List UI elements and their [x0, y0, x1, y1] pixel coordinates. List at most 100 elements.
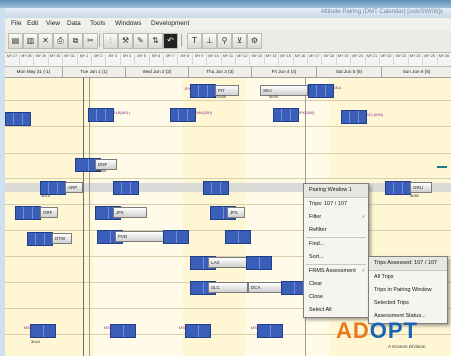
day-column-header[interactable]: Mon May 31 (-1)	[5, 67, 63, 77]
accent-mark	[437, 166, 447, 168]
duty-block[interactable]	[163, 230, 189, 244]
station-label: ALB(901)	[113, 110, 130, 115]
pairing-bar[interactable]: ORF	[40, 207, 58, 218]
duty-block[interactable]	[341, 110, 367, 124]
close-icon[interactable]: ✕	[38, 33, 53, 49]
pairing-bar[interactable]: SLC	[208, 282, 248, 293]
split-icon[interactable]: ⫶	[103, 33, 118, 49]
window-title: Altitude Pairing (DMT Calendar) [sub/SW/…	[320, 9, 443, 15]
day-column-header[interactable]: Sat Jun 5 (5)	[317, 67, 382, 77]
duty-block[interactable]	[27, 232, 53, 246]
day-header: Mon May 31 (-1) Tue Jun 1 (1) Wed Jun 2 …	[5, 67, 451, 78]
duty-block[interactable]	[273, 108, 299, 122]
duty-block[interactable]	[88, 108, 114, 122]
hour-tick: MY 18	[322, 54, 337, 65]
copy-icon[interactable]: ⧉	[68, 33, 83, 49]
day-column-header[interactable]: Tue Jun 1 (1)	[63, 67, 126, 77]
hour-tick: MY 7	[163, 54, 179, 65]
pairing-bar[interactable]: ARP	[65, 182, 83, 193]
pairing-bar[interactable]: PVD	[115, 231, 165, 242]
pairing-bar[interactable]: GRU	[410, 182, 432, 193]
submenu-all-trips[interactable]: All Trips	[369, 271, 447, 284]
pairing-bar[interactable]: SEA	[260, 85, 308, 96]
pairing-bar[interactable]: JFK	[227, 207, 245, 218]
hour-tick: MY 9	[192, 54, 208, 65]
submenu-selected-trips[interactable]: Selected Trips	[369, 297, 447, 310]
grid-line	[5, 100, 451, 101]
pin-icon[interactable]: ⚲	[217, 33, 232, 49]
hour-tick: MY 20	[351, 54, 366, 65]
duty-block[interactable]	[113, 181, 139, 195]
menu-tools[interactable]: Tools	[90, 20, 105, 27]
menu-view[interactable]: View	[46, 20, 60, 27]
submenu-trips-in-window[interactable]: Trips in Pairing Window	[369, 284, 447, 297]
menu-file[interactable]: File	[11, 20, 21, 27]
duty-block[interactable]	[190, 84, 216, 98]
pairing-sub: 4h15	[41, 193, 50, 198]
menu-windows[interactable]: Windows	[115, 20, 141, 27]
edit-icon[interactable]: ✎	[133, 33, 148, 49]
hour-tick: MY 19	[336, 54, 352, 65]
duty-block[interactable]	[5, 112, 31, 126]
text-icon[interactable]: T	[187, 33, 202, 49]
menu-development[interactable]: Development	[151, 20, 189, 27]
menu-item-sort[interactable]: Sort...	[304, 251, 368, 264]
chevron-right-icon: ›	[362, 268, 364, 274]
duty-block[interactable]	[110, 324, 136, 338]
pairing-bar[interactable]: LAX	[208, 257, 248, 268]
context-menu-trips: Trips: 107 / 107	[309, 201, 348, 207]
toolbar-separator	[181, 34, 182, 47]
gear-icon[interactable]: ⚙	[247, 33, 262, 49]
duty-block[interactable]	[308, 84, 334, 98]
hour-tick: MY 23	[394, 54, 409, 65]
day-column-header[interactable]: Fri Jun 4 (4)	[252, 67, 317, 77]
menu-data[interactable]: Data	[67, 20, 81, 27]
hour-tick: MY 30	[48, 54, 64, 65]
grid-line	[5, 204, 451, 205]
station-label: SEA	[333, 85, 342, 90]
duty-block[interactable]	[385, 181, 411, 195]
hour-tick: MY 17	[307, 54, 323, 65]
cut-icon[interactable]: ✂	[83, 33, 98, 49]
hour-tick: MY 11	[221, 54, 236, 65]
filter-icon[interactable]: ⊻	[232, 33, 247, 49]
duty-block[interactable]	[15, 206, 41, 220]
menu-item-clear[interactable]: Clear	[304, 278, 368, 291]
align-icon[interactable]: ⊥	[202, 33, 217, 49]
swap-icon[interactable]: ⇅	[148, 33, 163, 49]
duty-block[interactable]	[170, 108, 196, 122]
menu-item-close[interactable]: Close	[304, 291, 368, 304]
duty-block[interactable]	[246, 256, 272, 270]
current-time-line	[83, 78, 84, 356]
paste-icon[interactable]: ▥	[23, 33, 38, 49]
hour-tick: MY 22	[379, 54, 395, 65]
menu-item-filter[interactable]: Filter ›	[304, 211, 368, 224]
pairing-bar[interactable]: JFK	[113, 207, 147, 218]
hour-tick: MY 6	[149, 54, 164, 65]
duty-block[interactable]	[30, 324, 56, 338]
day-column-header[interactable]: Sun Jun 6 (6)	[382, 67, 451, 77]
pairing-bar[interactable]: DTW	[52, 233, 72, 244]
duty-block[interactable]	[257, 324, 283, 338]
pairing-bar[interactable]: DCA	[248, 282, 282, 293]
hour-tick: MY 13	[250, 54, 265, 65]
duty-block[interactable]	[225, 230, 251, 244]
day-column-header[interactable]: Wed Jun 2 (2)	[126, 67, 189, 77]
select-icon[interactable]: ▤	[8, 33, 23, 49]
print-icon[interactable]: ⎙	[53, 33, 68, 49]
day-column-header[interactable]: Thu Jun 3 (3)	[189, 67, 252, 77]
hour-tick: MY 5	[135, 54, 150, 65]
menu-item-frms-assessment[interactable]: FRMS Assessment ›	[304, 265, 368, 278]
window-top-strip	[0, 0, 451, 8]
station-label: BWI(300)	[195, 110, 212, 115]
menu-item-refilter[interactable]: Refilter	[304, 224, 368, 237]
hour-tick: MY 14	[264, 54, 280, 65]
menu-item-find[interactable]: Find...	[304, 238, 368, 251]
hour-tick: MY 21	[365, 54, 380, 65]
duty-block[interactable]	[185, 324, 211, 338]
menu-item-label: Filter	[309, 214, 322, 220]
tools-icon[interactable]: ⚒	[118, 33, 133, 49]
menu-edit[interactable]: Edit	[27, 20, 38, 27]
duty-block[interactable]	[203, 181, 229, 195]
undo-icon[interactable]: ↶	[163, 33, 178, 49]
